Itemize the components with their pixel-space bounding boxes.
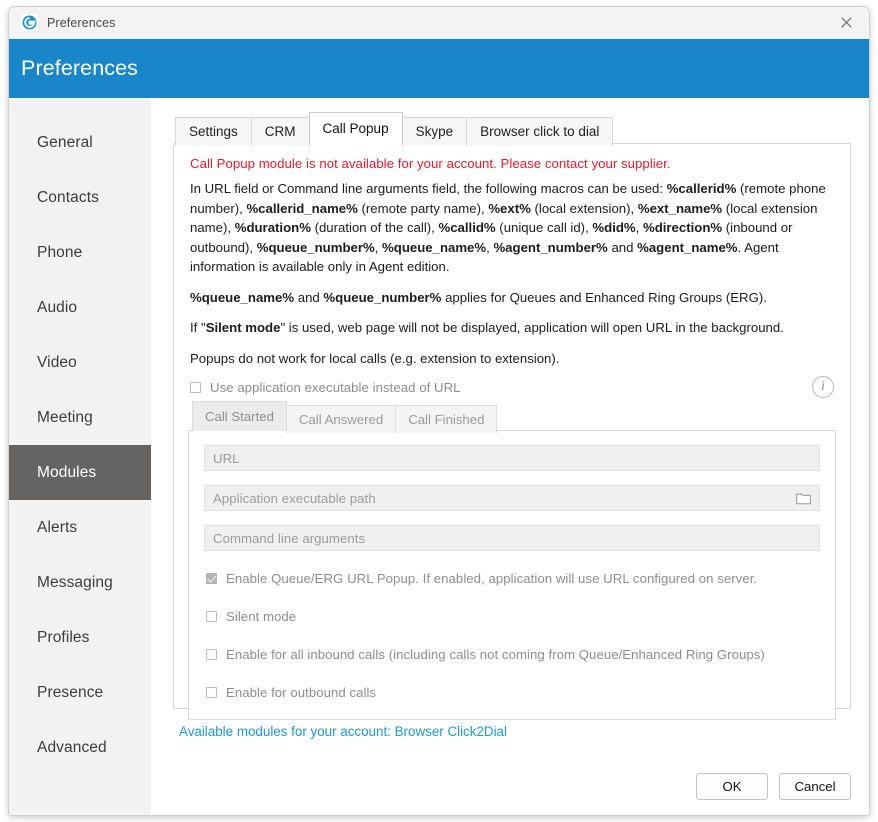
close-icon[interactable] [823, 7, 869, 38]
ok-button[interactable]: OK [696, 773, 768, 800]
sidebar-item-advanced[interactable]: Advanced [9, 720, 151, 775]
tab-browser-click-to-dial[interactable]: Browser click to dial [466, 117, 614, 146]
call-event-tabstrip: Call Started Call Answered Call Finished [192, 401, 836, 433]
tab-settings[interactable]: Settings [175, 117, 252, 146]
tab-call-started[interactable]: Call Started [192, 401, 287, 431]
info-icon[interactable]: i [812, 376, 834, 398]
sidebar-item-messaging[interactable]: Messaging [9, 555, 151, 610]
silent-mode-note: If "Silent mode" is used, web page will … [190, 320, 784, 335]
queue-macros-note: %queue_name% and %queue_number% applies … [190, 289, 767, 305]
enable-outbound-calls-checkbox[interactable] [206, 687, 217, 698]
option-row: Enable for all inbound calls (including … [206, 647, 820, 662]
sidebar-item-label: Profiles [37, 628, 90, 646]
page-title: Preferences [21, 56, 139, 80]
use-executable-checkbox[interactable] [190, 382, 201, 393]
sidebar-item-audio[interactable]: Audio [9, 280, 151, 335]
option-label: Enable for all inbound calls (including … [226, 647, 765, 662]
tab-skype[interactable]: Skype [401, 117, 468, 146]
app-path-placeholder: Application executable path [213, 490, 376, 506]
sidebar-item-general[interactable]: General [9, 115, 151, 170]
sidebar-item-label: Meeting [37, 408, 93, 426]
option-row: Silent mode [206, 609, 820, 624]
tab-label: Call Finished [408, 412, 485, 427]
main-content: Settings CRM Call Popup Skype Browser cl… [151, 98, 869, 815]
cmd-args-placeholder: Command line arguments [213, 530, 366, 546]
app-path-input[interactable]: Application executable path [204, 485, 820, 511]
available-modules-link[interactable]: Available modules for your account: Brow… [179, 724, 507, 739]
tab-label: Call Started [205, 409, 274, 424]
tab-call-finished[interactable]: Call Finished [395, 405, 498, 433]
call-popup-panel: Call Popup module is not available for y… [173, 143, 851, 720]
preferences-window: Preferences Preferences General Contacts… [8, 6, 870, 816]
sidebar-item-label: General [37, 133, 93, 151]
sidebar-item-label: Video [37, 353, 77, 371]
tab-label: Skype [415, 124, 454, 139]
call-started-panel: URL Application executable path Command [188, 430, 836, 720]
sidebar-item-label: Contacts [37, 188, 99, 206]
enable-inbound-calls-checkbox[interactable] [206, 649, 217, 660]
page-header: Preferences [9, 39, 869, 98]
sidebar-item-label: Modules [37, 463, 97, 481]
module-tabstrip: Settings CRM Call Popup Skype Browser cl… [175, 112, 851, 146]
enable-queue-erg-popup-checkbox[interactable] [206, 573, 217, 584]
tab-call-answered[interactable]: Call Answered [285, 405, 397, 433]
app-logo-icon [21, 14, 38, 31]
tab-label: Browser click to dial [480, 124, 600, 139]
option-row: Enable for outbound calls [206, 685, 820, 700]
option-row: Enable Queue/ERG URL Popup. If enabled, … [206, 571, 820, 586]
dialog-buttons: OK Cancel [696, 773, 851, 800]
macros-description: In URL field or Command line arguments f… [190, 181, 826, 274]
use-executable-label: Use application executable instead of UR… [210, 380, 461, 395]
option-label: Enable Queue/ERG URL Popup. If enabled, … [226, 571, 758, 586]
url-placeholder: URL [213, 450, 240, 466]
url-input[interactable]: URL [204, 445, 820, 471]
option-label: Silent mode [226, 609, 297, 624]
sidebar-item-profiles[interactable]: Profiles [9, 610, 151, 665]
sidebar-item-modules[interactable]: Modules [9, 445, 151, 500]
sidebar-item-alerts[interactable]: Alerts [9, 500, 151, 555]
sidebar-item-phone[interactable]: Phone [9, 225, 151, 280]
sidebar-nav: General Contacts Phone Audio Video Meeti… [9, 98, 151, 815]
sidebar-item-video[interactable]: Video [9, 335, 151, 390]
sidebar-item-contacts[interactable]: Contacts [9, 170, 151, 225]
sidebar-item-presence[interactable]: Presence [9, 665, 151, 720]
sidebar-item-label: Phone [37, 243, 83, 261]
local-calls-note: Popups do not work for local calls (e.g.… [190, 350, 560, 366]
window-body: General Contacts Phone Audio Video Meeti… [9, 98, 869, 815]
window-title: Preferences [47, 15, 116, 30]
tab-label: CRM [264, 124, 296, 139]
sidebar-item-label: Audio [37, 298, 78, 316]
window-titlebar: Preferences [9, 7, 869, 39]
tab-label: Settings [189, 124, 238, 139]
cancel-button[interactable]: Cancel [779, 773, 851, 800]
sidebar-item-label: Messaging [37, 573, 113, 591]
folder-icon[interactable] [796, 492, 811, 505]
cmd-args-input[interactable]: Command line arguments [204, 525, 820, 551]
use-executable-row: Use application executable instead of UR… [190, 376, 836, 398]
tab-label: Call Answered [298, 412, 384, 427]
sidebar-item-label: Advanced [37, 738, 107, 756]
tab-call-popup[interactable]: Call Popup [308, 112, 403, 144]
sidebar-item-meeting[interactable]: Meeting [9, 390, 151, 445]
silent-mode-checkbox[interactable] [206, 611, 217, 622]
sidebar-item-label: Alerts [37, 518, 78, 536]
module-unavailable-warning: Call Popup module is not available for y… [190, 156, 671, 171]
option-label: Enable for outbound calls [226, 685, 377, 700]
tab-label: Call Popup [322, 121, 389, 136]
sidebar-item-label: Presence [37, 683, 104, 701]
tab-crm[interactable]: CRM [250, 117, 310, 146]
